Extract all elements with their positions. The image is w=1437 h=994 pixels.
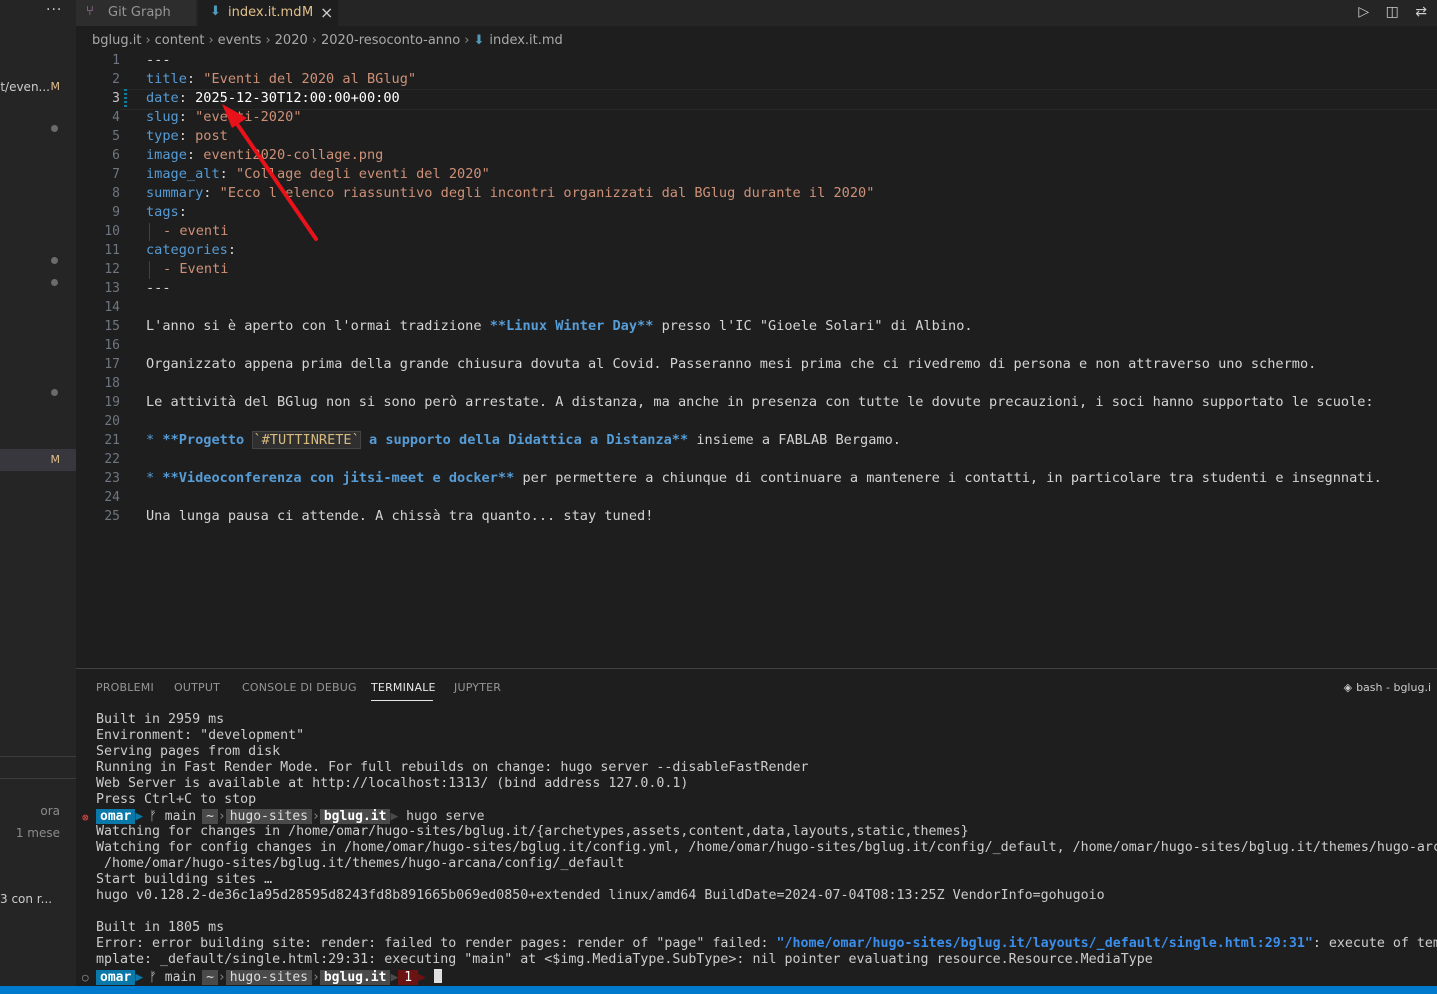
prompt-dir: hugo-sites: [225, 970, 313, 985]
terminal-line: Press Ctrl+C to stop: [96, 792, 257, 807]
error-text: : execute of tem: [1312, 936, 1437, 951]
terminal-line: Web Server is available at http://localh…: [96, 776, 689, 791]
prompt-home: ~: [202, 970, 218, 985]
prompt-home: ~: [202, 809, 218, 824]
file-link[interactable]: "/home/omar/hugo-sites/bglug.it/layouts/…: [776, 936, 1312, 951]
terminal-line: Environment: "development": [96, 728, 305, 743]
terminal-instance-label[interactable]: ◈ bash - bglug.i: [1344, 681, 1431, 694]
prompt-dir: bglug.it: [319, 970, 391, 985]
prompt-command: hugo serve: [406, 809, 485, 824]
prompt-branch: ᚠ main: [149, 970, 197, 985]
idle-status-icon: ○: [82, 971, 89, 984]
prompt-branch: ᚠ main: [149, 809, 197, 824]
terminal-name: bash - bglug.i: [1356, 681, 1431, 694]
terminal-line: Watching for changes in /home/omar/hugo-…: [96, 824, 969, 839]
tab-output[interactable]: OUTPUT: [174, 681, 220, 694]
error-text: Error: error building site: render: fail…: [96, 936, 777, 951]
status-bar: [0, 986, 1437, 994]
error-status-icon: ⊗: [82, 811, 89, 824]
terminal-line: Start building sites …: [96, 872, 273, 887]
terminal-line: Serving pages from disk: [96, 744, 281, 759]
shell-prompt: omar ▶ ᚠ main ~ › hugo-sites › bglug.it ▶ hugo s…: [96, 809, 484, 824]
terminal-line: Running in Fast Render Mode. For full re…: [96, 760, 809, 775]
terminal-line: Error: error building site: render: fail…: [96, 936, 1437, 951]
shell-prompt: omar ▶ ᚠ main ~ › hugo-sites › bglug.it ▶ 1 ▶: [96, 969, 442, 985]
terminal-icon: ◈: [1343, 681, 1353, 694]
tab-terminal[interactable]: TERMINALE: [371, 681, 436, 694]
prompt-user: omar: [96, 970, 136, 985]
tab-jupyter[interactable]: JUPYTER: [454, 681, 501, 694]
terminal-line: hugo v0.128.2-de36c1a95d28595d8243fd8b89…: [96, 888, 1105, 903]
terminal-line: /home/omar/hugo-sites/bglug.it/themes/hu…: [96, 856, 625, 871]
terminal-cursor[interactable]: [433, 969, 442, 983]
tab-problems[interactable]: PROBLEMI: [96, 681, 154, 694]
prompt-dir: bglug.it: [319, 809, 391, 824]
prompt-dir: hugo-sites: [225, 809, 313, 824]
prompt-user: omar: [96, 809, 136, 824]
active-tab-indicator: [371, 700, 433, 701]
terminal-line: Built in 1805 ms: [96, 920, 225, 935]
tab-debug-console[interactable]: CONSOLE DI DEBUG: [242, 681, 357, 694]
terminal-line: Watching for config changes in /home/oma…: [96, 840, 1437, 855]
terminal-line: mplate: _default/single.html:29:31: exec…: [96, 952, 1153, 967]
exit-code-badge: 1: [398, 970, 419, 985]
terminal-line: Built in 2959 ms: [96, 712, 225, 727]
